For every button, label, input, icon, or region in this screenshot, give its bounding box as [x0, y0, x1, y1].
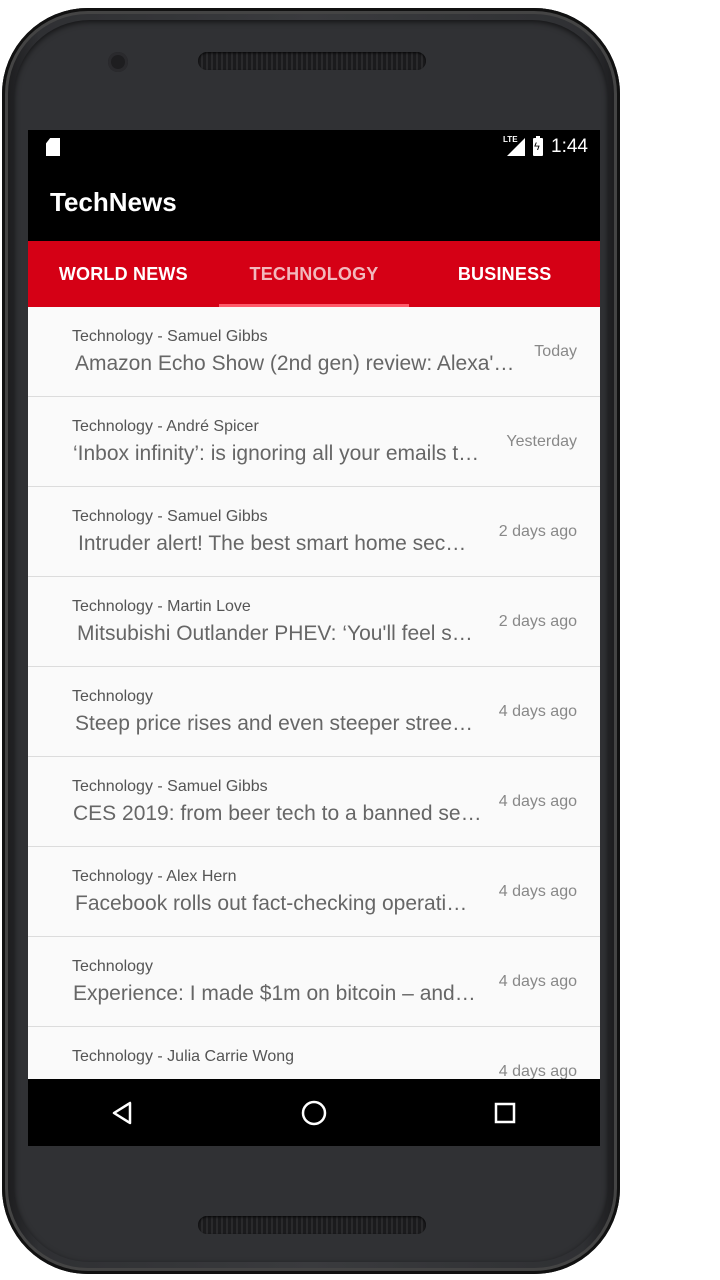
article-section: Technology - Samuel Gibbs [72, 508, 268, 525]
home-button[interactable] [284, 1083, 344, 1143]
article-headline: Amazon Echo Show (2nd gen) review: Alexa… [75, 352, 515, 375]
signal-icon: LTE [503, 135, 526, 156]
list-item[interactable]: Technology - Samuel Gibbs Intruder alert… [28, 487, 600, 577]
article-section: Technology - Alex Hern [72, 868, 237, 885]
article-time: Today [534, 343, 577, 360]
article-time: 4 days ago [498, 883, 577, 900]
list-item[interactable]: Technology - André Spicer ‘Inbox infinit… [28, 397, 600, 487]
tab-bar: WORLD NEWS TECHNOLOGY BUSINESS [28, 241, 600, 307]
article-headline: Experience: I made $1m on bitcoin – and… [73, 982, 476, 1005]
list-item[interactable]: Technology - Martin Love Mitsubishi Outl… [28, 577, 600, 667]
article-time: 2 days ago [498, 613, 577, 630]
list-item[interactable]: Technology Steep price rises and even st… [28, 667, 600, 757]
article-headline: Intruder alert! The best smart home sec… [78, 532, 467, 555]
article-time: 4 days ago [498, 1063, 577, 1080]
article-time: 2 days ago [498, 523, 577, 540]
device-frame: LTE ϟ 1:44 TechNews WORLD NEWS TECHNOLOG… [0, 0, 720, 1280]
status-bar: LTE ϟ 1:44 [28, 130, 600, 164]
home-icon [301, 1100, 327, 1125]
article-section: Technology [72, 958, 153, 975]
article-headline: Mitsubishi Outlander PHEV: ‘You'll feel … [77, 622, 473, 645]
bottom-speaker [198, 1216, 426, 1234]
article-headline: Facebook rolls out fact-checking operati… [75, 892, 468, 915]
article-list: Technology - Samuel Gibbs Amazon Echo Sh… [28, 307, 600, 1080]
recents-icon [494, 1102, 515, 1123]
back-button[interactable] [93, 1083, 153, 1143]
article-section: Technology [72, 688, 153, 705]
article-time: Yesterday [506, 433, 577, 450]
article-section: Technology - Julia Carrie Wong [72, 1048, 295, 1065]
article-section: Technology - Samuel Gibbs [72, 778, 268, 795]
sd-card-icon [46, 138, 60, 156]
recents-button[interactable] [475, 1083, 535, 1143]
status-icons: LTE ϟ 1:44 [503, 135, 588, 158]
article-section: Technology - Samuel Gibbs [72, 328, 268, 345]
list-item[interactable]: Technology Experience: I made $1m on bit… [28, 937, 600, 1027]
article-headline: CES 2019: from beer tech to a banned se… [73, 802, 482, 825]
clock: 1:44 [551, 136, 588, 157]
app-bar: TechNews [28, 164, 600, 241]
article-headline: Steep price rises and even steeper stree… [75, 712, 474, 735]
article-time: 4 days ago [498, 973, 577, 990]
top-speaker [198, 52, 426, 70]
list-item[interactable]: Technology - Alex Hern Facebook rolls ou… [28, 847, 600, 937]
battery-icon: ϟ [533, 136, 544, 156]
article-section: Technology - Martin Love [72, 598, 251, 615]
screen: LTE ϟ 1:44 TechNews WORLD NEWS TECHNOLOG… [28, 130, 600, 1146]
list-item[interactable]: Technology - Samuel Gibbs Amazon Echo Sh… [28, 307, 600, 397]
navigation-bar [28, 1079, 600, 1146]
app-title: TechNews [50, 187, 177, 217]
article-section: Technology - André Spicer [72, 418, 259, 435]
network-type: LTE [503, 135, 518, 144]
article-headline: ‘Inbox infinity’: is ignoring all your e… [73, 442, 480, 465]
tab-world-news[interactable]: WORLD NEWS [28, 241, 219, 307]
list-item[interactable]: Technology - Julia Carrie Wong 4 days ag… [28, 1027, 600, 1080]
article-time: 4 days ago [498, 793, 577, 810]
front-camera [108, 52, 128, 72]
back-icon [113, 1101, 132, 1124]
tab-technology[interactable]: TECHNOLOGY [218, 241, 410, 307]
tab-business[interactable]: BUSINESS [409, 241, 600, 307]
article-time: 4 days ago [498, 703, 577, 720]
list-item[interactable]: Technology - Samuel Gibbs CES 2019: from… [28, 757, 600, 847]
